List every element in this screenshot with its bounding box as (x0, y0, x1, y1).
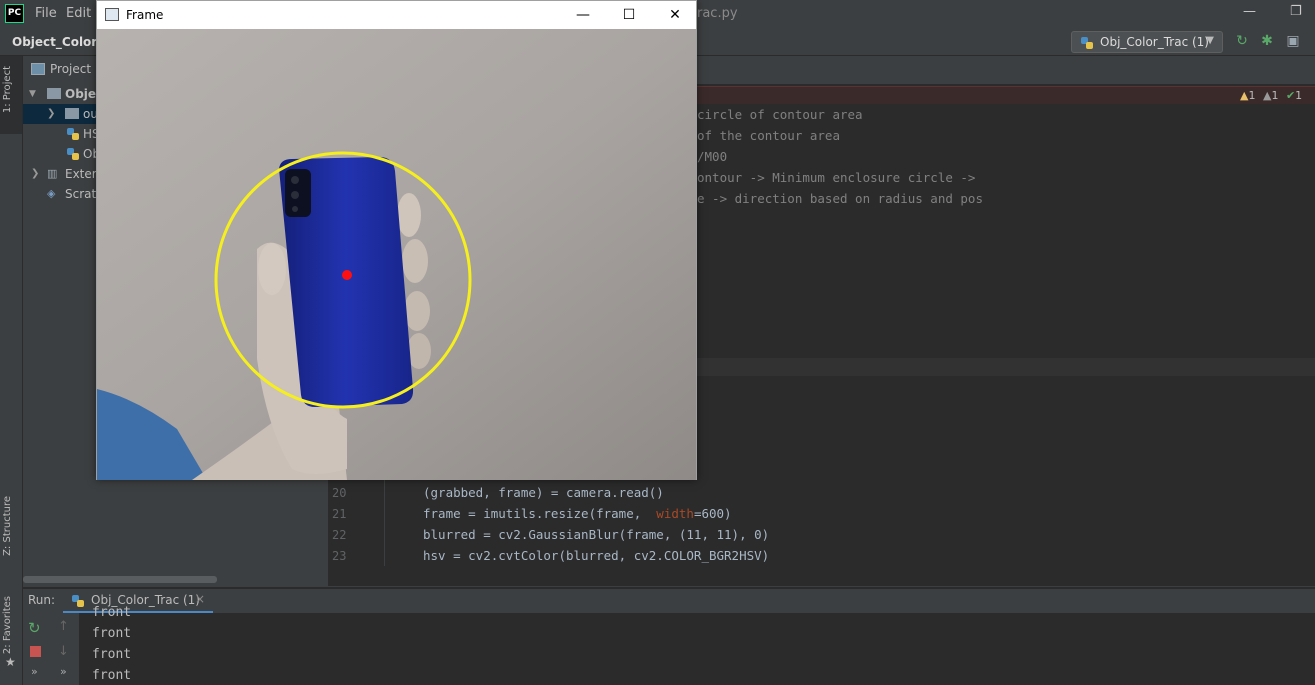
run-tab[interactable]: Obj_Color_Trac (1) × (63, 589, 213, 613)
project-panel-title[interactable]: Project (50, 62, 91, 76)
frame-title-bar[interactable]: Frame — ☐ ✕ (97, 1, 696, 29)
line-number: 22 (332, 528, 347, 542)
down-arrow-icon[interactable]: ↓ (58, 644, 69, 659)
close-button[interactable]: ✕ (652, 1, 698, 29)
camera-image (97, 29, 696, 480)
window-app-icon (105, 8, 119, 21)
console-output-line: front (92, 668, 132, 683)
inspection-widget[interactable]: ▲1 ▲1 ✔1 (1240, 89, 1302, 102)
run-config-dropdown[interactable]: Obj_Color_Trac (1) ▼ (1071, 31, 1223, 53)
project-tool-tab[interactable]: 1: Project (2, 66, 13, 113)
favorites-tool-tab[interactable]: 2: Favorites (2, 596, 13, 654)
line-number: 23 (332, 549, 347, 563)
python-icon (72, 595, 84, 607)
close-tab-icon[interactable]: × (195, 592, 205, 606)
console-output-line: front (92, 647, 132, 662)
finger (397, 193, 421, 237)
frame-window[interactable]: Frame — ☐ ✕ (96, 0, 697, 480)
line-number: 21 (332, 507, 347, 521)
ide-minimize-button[interactable]: — (1243, 4, 1256, 19)
console-output-line: front (92, 605, 132, 620)
code-comment-line: ontour -> Minimum enclosure circle -> (697, 170, 976, 185)
python-icon (1081, 37, 1093, 49)
more-icon[interactable]: » (31, 665, 38, 678)
maximize-button[interactable]: ☐ (606, 1, 652, 29)
code-line: (grabbed, frame) = camera.read() (423, 485, 664, 500)
left-tool-stripe: 1: Project Z: Structure 2: Favorites ★ (0, 56, 23, 685)
code-line: frame = imutils.resize(frame, width=600) (423, 506, 732, 521)
menu-file[interactable]: File (35, 6, 57, 21)
up-arrow-icon[interactable]: ↑ (58, 619, 69, 634)
run-config-label: Obj_Color_Trac (1) (1100, 35, 1209, 49)
ide-restore-button[interactable]: ❐ (1290, 4, 1302, 19)
finger (402, 239, 428, 283)
console-output-line: front (92, 626, 132, 641)
library-icon: ▥ (47, 167, 58, 180)
scratch-icon: ◈ (47, 187, 56, 200)
finger (404, 291, 430, 331)
coverage-icon[interactable]: ▣ (1284, 32, 1302, 50)
line-number: 20 (332, 486, 347, 500)
thumb (258, 243, 286, 295)
menu-edit[interactable]: Edit (66, 6, 91, 21)
python-file-icon (67, 148, 79, 160)
folder-icon (65, 108, 79, 119)
camera-frame (97, 29, 696, 480)
chevron-down-icon: ▼ (1206, 35, 1214, 46)
star-icon: ★ (5, 655, 16, 669)
code-line: hsv = cv2.cvtColor(blurred, cv2.COLOR_BG… (423, 548, 770, 563)
code-comment-line: /M00 (697, 149, 728, 164)
debug-bug-icon[interactable]: ✱ (1258, 32, 1276, 50)
project-horizontal-scrollbar[interactable] (23, 576, 217, 583)
code-comment-line: of the contour area (697, 128, 840, 143)
window-title-fragment: rac.py (697, 6, 738, 21)
code-line: blurred = cv2.GaussianBlur(frame, (11, 1… (423, 527, 770, 542)
structure-tool-tab[interactable]: Z: Structure (2, 496, 13, 556)
project-icon (31, 63, 45, 75)
rerun-icon[interactable]: ↻ (1233, 32, 1251, 50)
minimize-button[interactable]: — (560, 1, 606, 29)
stop-icon[interactable] (30, 646, 41, 657)
run-label: Run: (28, 593, 56, 607)
center-dot (342, 270, 352, 280)
python-file-icon (67, 128, 79, 140)
folder-icon (47, 88, 61, 99)
rerun-icon[interactable]: ↻ (28, 619, 41, 637)
more-icon[interactable]: » (60, 665, 67, 678)
code-comment-line: e -> direction based on radius and pos (697, 191, 983, 206)
code-comment-line: circle of contour area (697, 107, 863, 122)
frame-title: Frame (126, 8, 164, 22)
check-icon: ✔ (1285, 89, 1296, 102)
run-toolbar: ↻ » ↑ ↓ » (23, 613, 79, 685)
pycharm-logo-icon: PC (5, 4, 24, 23)
